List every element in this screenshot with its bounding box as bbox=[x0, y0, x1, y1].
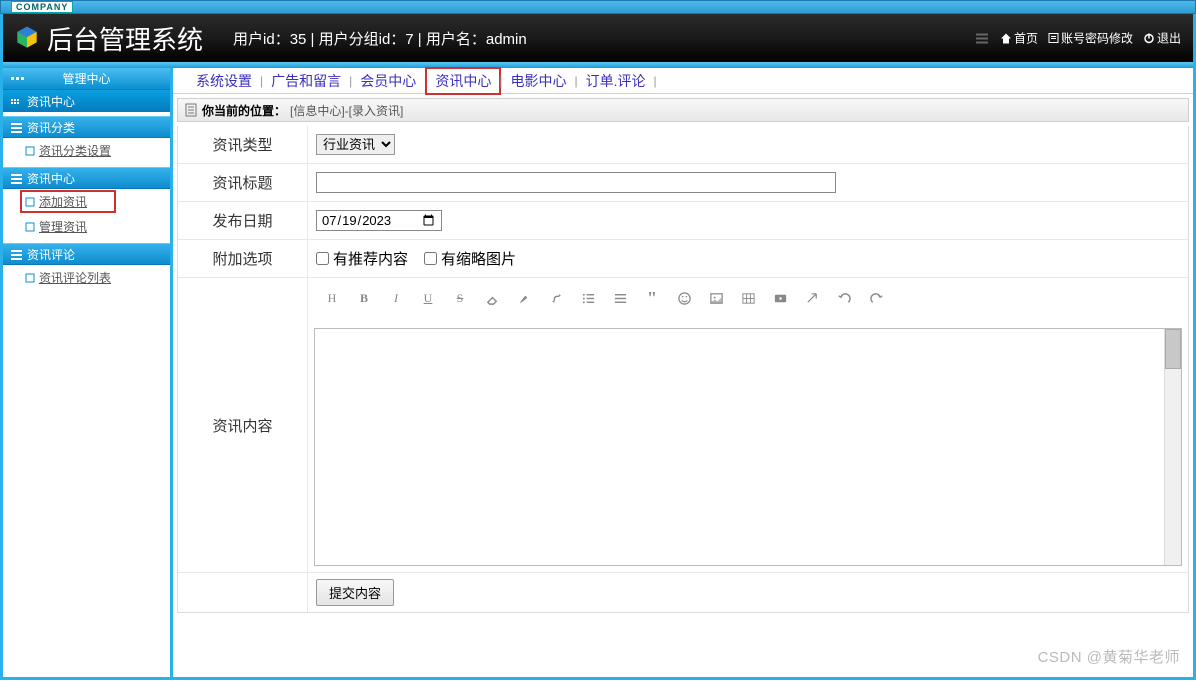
sidebar-header: 管理中心 bbox=[3, 68, 170, 90]
checkbox-recommend[interactable]: 有推荐内容 bbox=[316, 248, 408, 269]
list-icon bbox=[11, 173, 22, 184]
sidebar-item-category-settings[interactable]: 资讯分类设置 bbox=[3, 138, 170, 163]
tool-video-icon[interactable] bbox=[770, 288, 790, 308]
doc-icon bbox=[1048, 33, 1059, 44]
label-content: 资讯内容 bbox=[178, 278, 308, 572]
tool-ul-icon[interactable] bbox=[578, 288, 598, 308]
company-tag: COMPANY bbox=[11, 1, 73, 13]
tab-ads[interactable]: 广告和留言 bbox=[263, 71, 349, 91]
sidebar-group-comments[interactable]: 资讯评论 bbox=[3, 243, 170, 265]
tab-news[interactable]: 资讯中心 bbox=[427, 69, 499, 93]
label-type: 资讯类型 bbox=[178, 126, 308, 163]
list-icon bbox=[11, 249, 22, 260]
breadcrumb: 你当前的位置： [信息中心]-[录入资讯] bbox=[177, 98, 1189, 122]
tab-system[interactable]: 系统设置 bbox=[188, 71, 260, 91]
page-icon bbox=[25, 197, 35, 207]
home-link[interactable]: 首页 bbox=[996, 30, 1042, 47]
scroll-thumb[interactable] bbox=[1165, 329, 1181, 369]
breadcrumb-path: [信息中心]-[录入资讯] bbox=[290, 102, 403, 119]
page-icon bbox=[25, 222, 35, 232]
logout-link[interactable]: 退出 bbox=[1139, 30, 1185, 47]
tool-bold-icon[interactable]: B bbox=[354, 288, 374, 308]
menu-icon[interactable] bbox=[976, 33, 988, 43]
tab-order[interactable]: 订单.评论 bbox=[578, 71, 654, 91]
tool-table-icon[interactable] bbox=[738, 288, 758, 308]
select-type[interactable]: 行业资讯 bbox=[316, 134, 395, 155]
content: 系统设置| 广告和留言| 会员中心| 资讯中心| 电影中心| 订单.评论| 你当… bbox=[173, 68, 1193, 677]
form: 资讯类型 行业资讯 资讯标题 发布日期 附加选项 有推荐内容 有缩略图片 资讯内… bbox=[177, 126, 1189, 613]
user-info: 用户id：35 | 用户分组id：7 | 用户名：admin bbox=[233, 28, 527, 49]
home-icon bbox=[1000, 32, 1012, 44]
label-date: 发布日期 bbox=[178, 202, 308, 239]
input-date[interactable] bbox=[316, 210, 442, 231]
company-bar: COMPANY bbox=[0, 0, 1196, 14]
tool-italic-icon[interactable]: I bbox=[386, 288, 406, 308]
editor-toolbar: H B I U S " bbox=[314, 284, 1182, 312]
sidebar-item-add-news[interactable]: 添加资讯 bbox=[21, 191, 115, 212]
breadcrumb-prefix: 你当前的位置： bbox=[202, 102, 286, 119]
tool-underline-icon[interactable]: U bbox=[418, 288, 438, 308]
tool-erase-icon[interactable] bbox=[482, 288, 502, 308]
editor-textarea[interactable] bbox=[314, 328, 1182, 566]
input-title[interactable] bbox=[316, 172, 836, 193]
sidebar-item-manage-news[interactable]: 管理资讯 bbox=[3, 214, 170, 239]
tool-image-icon[interactable] bbox=[706, 288, 726, 308]
power-icon bbox=[1143, 32, 1155, 44]
submit-button[interactable]: 提交内容 bbox=[316, 579, 394, 606]
tool-link-icon[interactable] bbox=[546, 288, 566, 308]
header: 后台管理系统 用户id：35 | 用户分组id：7 | 用户名：admin 首页… bbox=[0, 14, 1196, 62]
list-icon bbox=[11, 122, 22, 133]
tab-movie[interactable]: 电影中心 bbox=[503, 71, 575, 91]
scrollbar[interactable] bbox=[1164, 329, 1181, 565]
tool-arrow-icon[interactable] bbox=[802, 288, 822, 308]
label-extra: 附加选项 bbox=[178, 240, 308, 277]
tab-member[interactable]: 会员中心 bbox=[352, 71, 424, 91]
tool-redo-icon[interactable] bbox=[866, 288, 886, 308]
label-title: 资讯标题 bbox=[178, 164, 308, 201]
sidebar: 管理中心 资讯中心 资讯分类 资讯分类设置 资讯中心 添加资讯 管理资讯 bbox=[3, 68, 173, 677]
page-icon bbox=[25, 273, 35, 283]
doc-icon bbox=[184, 103, 198, 117]
top-tabs: 系统设置| 广告和留言| 会员中心| 资讯中心| 电影中心| 订单.评论| bbox=[173, 68, 1193, 94]
tool-heading-icon[interactable]: H bbox=[322, 288, 342, 308]
tool-strike-icon[interactable]: S bbox=[450, 288, 470, 308]
tool-quote-icon[interactable]: " bbox=[642, 288, 662, 308]
tool-brush-icon[interactable] bbox=[514, 288, 534, 308]
tool-ol-icon[interactable] bbox=[610, 288, 630, 308]
sidebar-group-news[interactable]: 资讯中心 bbox=[3, 167, 170, 189]
logo-icon bbox=[13, 24, 41, 52]
sidebar-crumb: 资讯中心 bbox=[3, 90, 170, 112]
checkbox-thumbnail[interactable]: 有缩略图片 bbox=[424, 248, 516, 269]
sidebar-group-category[interactable]: 资讯分类 bbox=[3, 116, 170, 138]
password-link[interactable]: 账号密码修改 bbox=[1044, 30, 1137, 47]
system-title: 后台管理系统 bbox=[47, 20, 203, 57]
tool-emoji-icon[interactable] bbox=[674, 288, 694, 308]
sidebar-item-comment-list[interactable]: 资讯评论列表 bbox=[3, 265, 170, 290]
page-icon bbox=[25, 146, 35, 156]
tool-undo-icon[interactable] bbox=[834, 288, 854, 308]
